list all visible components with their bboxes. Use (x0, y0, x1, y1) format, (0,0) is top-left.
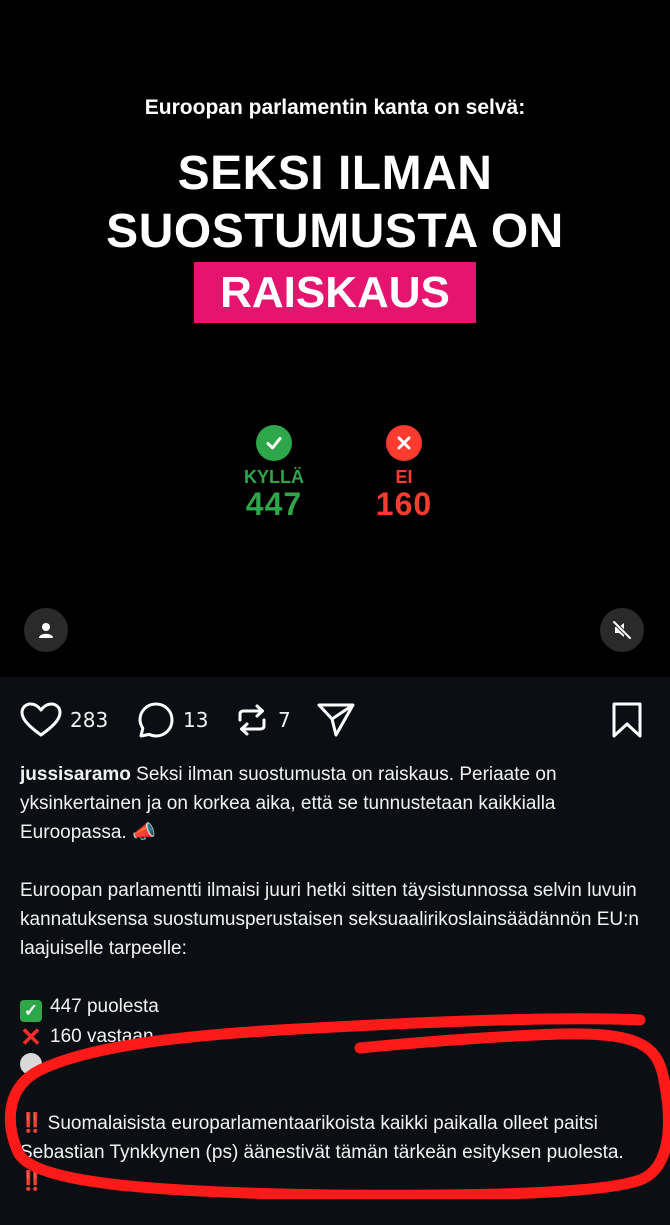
exclamation-icon-end: ‼️ (20, 1171, 44, 1192)
headline-line-2: SUOSTUMUSTA ON (106, 205, 564, 258)
caption-text-3: Suomalaisista europarlamentaarikoista ka… (20, 1113, 624, 1163)
white-circle-icon (20, 1053, 42, 1075)
caption-for-line: ✓ 447 puolesta (20, 992, 652, 1022)
post-caption: jussisaramo Seksi ilman suostumusta on r… (20, 760, 652, 1225)
caption-against-text: 160 vastaan (50, 1026, 154, 1047)
check-icon (256, 425, 292, 461)
mute-icon (612, 620, 632, 640)
headline-line-1: SEKSI ILMAN (177, 147, 493, 200)
like-count: 283 (70, 708, 109, 732)
no-vote: EI 160 (362, 425, 446, 523)
no-count: 160 (375, 486, 433, 522)
x-icon (386, 425, 422, 461)
save-button[interactable] (610, 700, 644, 740)
mute-button[interactable] (600, 608, 644, 652)
post-actions: 283 13 7 (0, 700, 670, 740)
cross-mark-icon: ✕ (20, 1022, 42, 1052)
yes-count: 447 (245, 486, 303, 522)
caption-paragraph-3: ‼️ Suomalaisista europarlamentaarikoista … (20, 1109, 652, 1196)
repost-count: 7 (278, 708, 291, 732)
like-button[interactable]: 283 (20, 700, 108, 740)
user-icon (39, 623, 53, 638)
check-mark-icon: ✓ (20, 1000, 42, 1022)
send-icon (317, 703, 355, 737)
caption-paragraph-2: Euroopan parlamentti ilmaisi juuri hetki… (20, 880, 639, 959)
media-kicker: Euroopan parlamentin kanta on selvä: (144, 96, 526, 119)
bookmark-icon (612, 702, 642, 738)
no-label: EI (395, 467, 413, 487)
comment-count: 13 (183, 708, 209, 732)
heart-icon (20, 702, 62, 737)
caption-for-text: 447 puolesta (50, 996, 159, 1017)
caption-paragraph-1: jussisaramo Seksi ilman suostumusta on r… (20, 760, 652, 847)
comment-button[interactable]: 13 (137, 700, 208, 740)
repost-icon (238, 704, 266, 736)
tagged-users-button[interactable] (24, 608, 68, 652)
repost-button[interactable]: 7 (234, 700, 291, 740)
caption-username[interactable]: jussisaramo (20, 764, 131, 785)
share-button[interactable] (316, 700, 356, 740)
yes-vote: KYLLÄ 447 (230, 425, 318, 523)
caption-abstain-line (20, 1051, 652, 1080)
post-media[interactable]: Euroopan parlamentin kanta on selvä: SEK… (0, 0, 670, 677)
exclamation-icon: ‼️ (20, 1113, 44, 1134)
caption-against-line: ✕ 160 vastaan (20, 1022, 652, 1051)
yes-label: KYLLÄ (244, 467, 304, 487)
headline-highlight: RAISKAUS (194, 262, 476, 323)
comment-icon (138, 702, 174, 738)
